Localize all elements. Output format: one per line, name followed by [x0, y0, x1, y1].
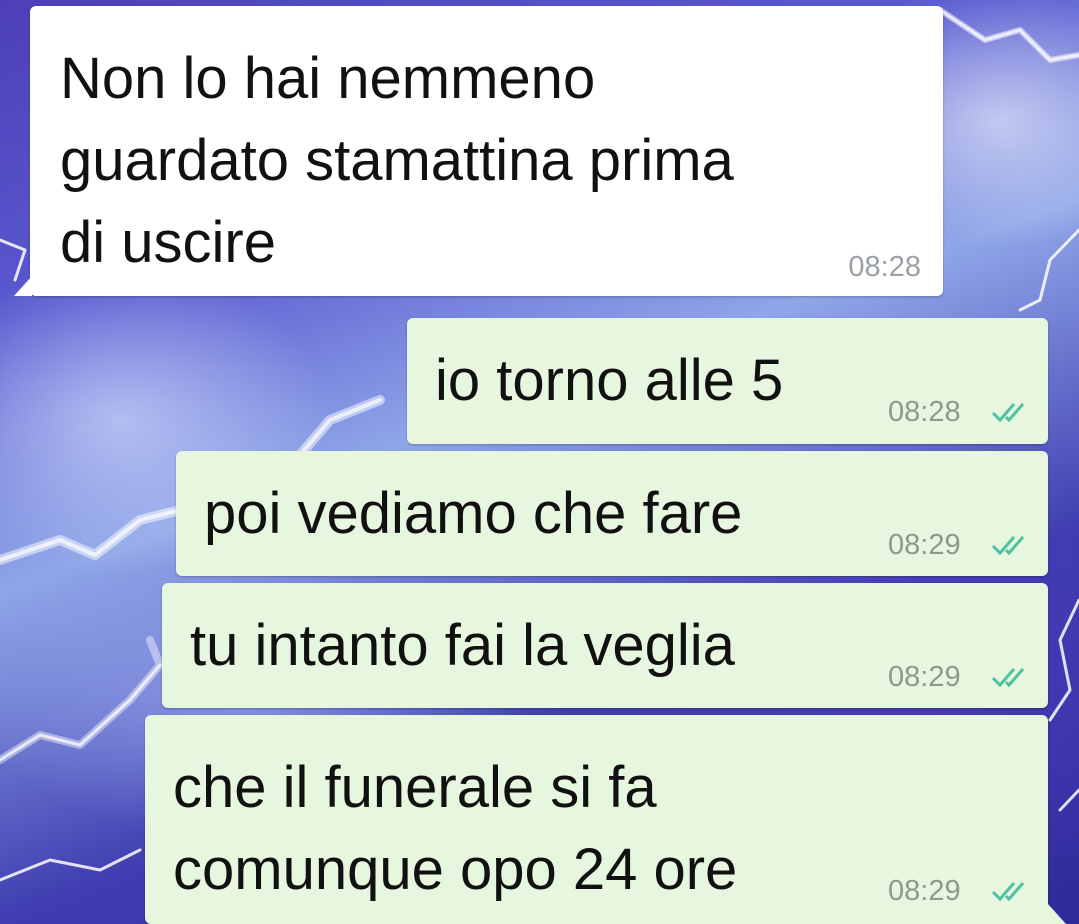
message-outgoing-3[interactable]: poi vediamo che fare 08:29 — [176, 451, 1048, 576]
message-outgoing-5[interactable]: che il funerale si fa comunque opo 24 or… — [145, 715, 1048, 924]
message-text-line: che il funerale si fa — [173, 755, 657, 820]
double-check-icon — [991, 536, 1025, 556]
message-text-line: guardato stamattina prima — [60, 128, 734, 193]
message-timestamp: 08:28 — [888, 396, 961, 428]
message-timestamp: 08:29 — [888, 875, 961, 907]
message-timestamp: 08:29 — [888, 529, 961, 561]
message-text-line: tu intanto fai la veglia — [190, 613, 735, 678]
message-incoming-1[interactable]: Non lo hai nemmeno guardato stamattina p… — [30, 6, 943, 296]
message-text-line: comunque opo 24 ore — [173, 837, 738, 902]
message-text-line: poi vediamo che fare — [204, 481, 743, 546]
message-text-line: Non lo hai nemmeno — [60, 46, 596, 111]
double-check-icon — [991, 668, 1025, 688]
message-outgoing-4[interactable]: tu intanto fai la veglia 08:29 — [162, 583, 1048, 708]
message-text-line: di uscire — [60, 210, 276, 275]
outgoing-bubble-tail — [1048, 904, 1066, 924]
double-check-icon — [991, 882, 1025, 902]
incoming-bubble-tail — [14, 276, 32, 296]
message-text-line: io torno alle 5 — [435, 348, 784, 413]
message-outgoing-2[interactable]: io torno alle 5 08:28 — [407, 318, 1048, 444]
double-check-icon — [991, 403, 1025, 423]
message-timestamp: 08:28 — [848, 251, 921, 283]
message-timestamp: 08:29 — [888, 661, 961, 693]
